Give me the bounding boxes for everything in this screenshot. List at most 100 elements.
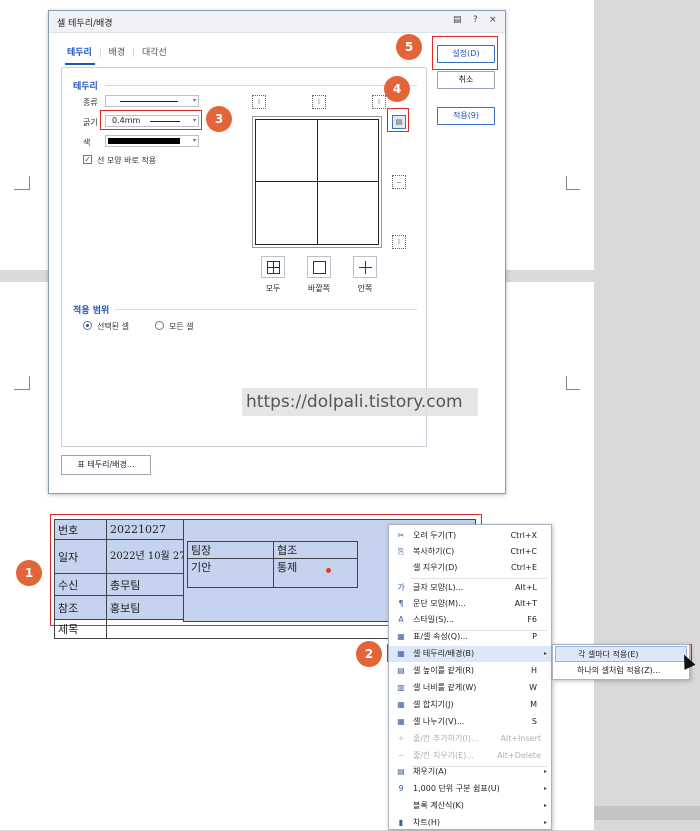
menu-item-shortcut: Ctrl+E (511, 563, 537, 572)
menu-item-label: 셀 너비를 같게(W) (413, 683, 477, 692)
table-cell-label[interactable]: 제목 (54, 619, 107, 639)
table-cell-label[interactable]: 일자 (54, 539, 107, 574)
menu-item-shortcut: Alt+L (515, 583, 537, 592)
cell-resize-handle[interactable] (326, 568, 331, 573)
split-cells-icon: ▦ (397, 717, 405, 726)
line-width-label: 굵기 (83, 118, 98, 127)
menu-item-copy[interactable]: ⎘ 복사하기(C) Ctrl+C (389, 544, 551, 560)
menu-item-thousands-sep[interactable]: 9 1,000 단위 구분 쉼표(U) ▸ (389, 781, 551, 797)
menu-item-label: 차트(H) (413, 818, 440, 827)
copy-icon: ⎘ (397, 547, 405, 556)
line-color-select[interactable]: ▾ (105, 135, 199, 147)
menu-item-shortcut: Alt+T (514, 599, 537, 608)
menu-item-char-shape[interactable]: 가 글자 모양(L)... Alt+L (389, 580, 551, 596)
step-badge-2: 2 (356, 641, 382, 667)
menu-item-label: 셀 높이를 같게(R) (413, 666, 475, 675)
approval-cell-draft-sign[interactable] (187, 575, 274, 588)
menu-item-merge[interactable]: ▦ 셀 합치기(J) M (389, 697, 551, 713)
menu-item-label: 스타일(S)... (413, 615, 455, 624)
preset-all-label: 모두 (265, 284, 281, 293)
scope-section-title: 적용 범위 (73, 306, 110, 316)
approval-cell-cooperation[interactable]: 협조 (273, 541, 358, 559)
submenu-item-each-cell[interactable]: 각 셀마다 적용(E) (555, 646, 687, 662)
menu-item-shortcut: Alt+Insert (500, 734, 541, 743)
menu-item-label: 글자 모양(L)... (413, 583, 464, 592)
cancel-button[interactable]: 취소 (437, 71, 495, 89)
merge-cells-icon: ▦ (397, 700, 405, 709)
comma-icon: 9 (398, 784, 404, 793)
chevron-right-icon: ▸ (543, 785, 547, 792)
cell-border-dialog: 셀 테두리/배경 ▤ ? × 테두리 | 배경 | 대각선 테두리 종류 ▾ 굵… (48, 10, 506, 494)
border-right-icon[interactable]: ⁞ (372, 95, 386, 109)
menu-separator (411, 578, 547, 579)
close-icon[interactable]: × (489, 15, 497, 25)
menu-item-table-props[interactable]: ▦ 표/셀 속성(Q)... P (389, 629, 551, 645)
scope-all-cells-radio[interactable] (155, 321, 164, 330)
grid-inside-icon (365, 261, 366, 274)
menu-item-shortcut: S (531, 717, 537, 726)
tab-background[interactable]: 배경 (109, 48, 126, 58)
tab-separator: | (132, 48, 136, 58)
menu-item-cell-border[interactable]: ▦ 셀 테두리/배경(B) ▸ (389, 646, 551, 662)
fill-icon: ▤ (397, 767, 405, 776)
menu-item-style[interactable]: A 스타일(S)... F6 (389, 612, 551, 628)
menu-item-equal-width[interactable]: ▥ 셀 너비를 같게(W) W (389, 680, 551, 696)
table-border-button[interactable]: 표 테두리/배경... (61, 455, 151, 475)
table-cell-label[interactable]: 참조 (54, 595, 107, 620)
tab-diagonal[interactable]: 대각선 (142, 48, 167, 58)
table-cell-label[interactable]: 수신 (54, 573, 107, 596)
border-vertical-inner-icon[interactable]: ⁞ (312, 95, 326, 109)
table-cell-value[interactable] (106, 619, 407, 639)
approval-table[interactable]: 팀장 협조 기안 통제 (187, 541, 358, 588)
menu-item-chart[interactable]: ▮ 차트(H) ▸ (389, 815, 551, 831)
dialog-title: 셀 테두리/배경 (57, 19, 113, 29)
menu-item-cut[interactable]: ✂ 오려 두기(T) Ctrl+X (389, 528, 551, 544)
scrollbar-area[interactable] (594, 806, 700, 820)
menu-item-clear-cell[interactable]: 셀 지우기(D) Ctrl+E (389, 560, 551, 576)
step-badge-4: 4 (384, 76, 410, 102)
menu-item-block-calc[interactable]: 블록 계산식(K) ▸ (389, 798, 551, 814)
section-divider (115, 309, 417, 310)
menu-item-label: 채우기(A) (413, 767, 447, 776)
help-icon[interactable]: ? (473, 15, 478, 25)
table-row[interactable] (187, 575, 358, 588)
crop-mark (566, 176, 580, 190)
preview-inner-vertical (317, 119, 318, 245)
border-left-icon[interactable]: ⁞ (252, 95, 266, 109)
menu-item-delete-row[interactable]: − 줄/칸 지우기(E)... Alt+Delete (389, 748, 551, 764)
menu-item-split[interactable]: ▦ 셀 나누기(V)... S (389, 714, 551, 730)
approval-cell-control-sign[interactable] (273, 575, 358, 588)
approval-cell-draft[interactable]: 기안 (187, 558, 274, 575)
apply-button[interactable]: 적용(9) (437, 107, 495, 125)
scope-selected-cells-label: 선택된 셀 (97, 322, 129, 331)
approval-cell-control[interactable]: 통제 (273, 558, 358, 575)
menu-item-para-shape[interactable]: ¶ 문단 모양(M)... Alt+T (389, 596, 551, 612)
submenu-item-as-one-cell[interactable]: 하나의 셀처럼 적용(Z)... (555, 663, 687, 679)
step-badge-1: 1 (16, 560, 42, 586)
preset-all-button[interactable] (261, 256, 285, 278)
scope-all-cells-label: 모든 셀 (169, 322, 194, 331)
menu-item-label: 블록 계산식(K) (413, 801, 464, 810)
line-type-select[interactable]: ▾ (105, 95, 199, 107)
menu-item-equal-height[interactable]: ▤ 셀 높이를 같게(R) H (389, 663, 551, 679)
scope-selected-cells-radio[interactable] (83, 321, 92, 330)
menu-item-label: 셀 테두리/배경(B) (413, 649, 475, 658)
style-icon: A (398, 615, 404, 624)
menu-item-shortcut: Alt+Delete (497, 751, 541, 760)
menu-item-fill[interactable]: ▤ 채우기(A) ▸ (389, 764, 551, 780)
table-cell-label[interactable]: 번호 (54, 519, 107, 540)
border-preview[interactable] (252, 116, 382, 248)
border-horizontal-inner-icon[interactable]: ‒ (392, 175, 406, 189)
preset-outside-button[interactable] (307, 256, 331, 278)
dialog-menu-icon[interactable]: ▤ (453, 15, 462, 25)
menu-item-add-row[interactable]: + 줄/칸 추가하기(I)... Alt+Insert (389, 731, 551, 747)
table-row[interactable]: 기안 통제 (187, 558, 358, 575)
table-row[interactable]: 팀장 협조 (187, 541, 358, 559)
tab-border[interactable]: 테두리 (67, 48, 92, 58)
preset-inside-button[interactable] (353, 256, 377, 278)
apply-now-checkbox[interactable]: ✓ (83, 155, 92, 164)
menu-item-shortcut: Ctrl+X (510, 531, 537, 540)
table-row[interactable]: 제목 (54, 619, 407, 639)
border-bottom-icon[interactable]: ⁞ (392, 235, 406, 249)
approval-cell-leader[interactable]: 팀장 (187, 541, 274, 559)
